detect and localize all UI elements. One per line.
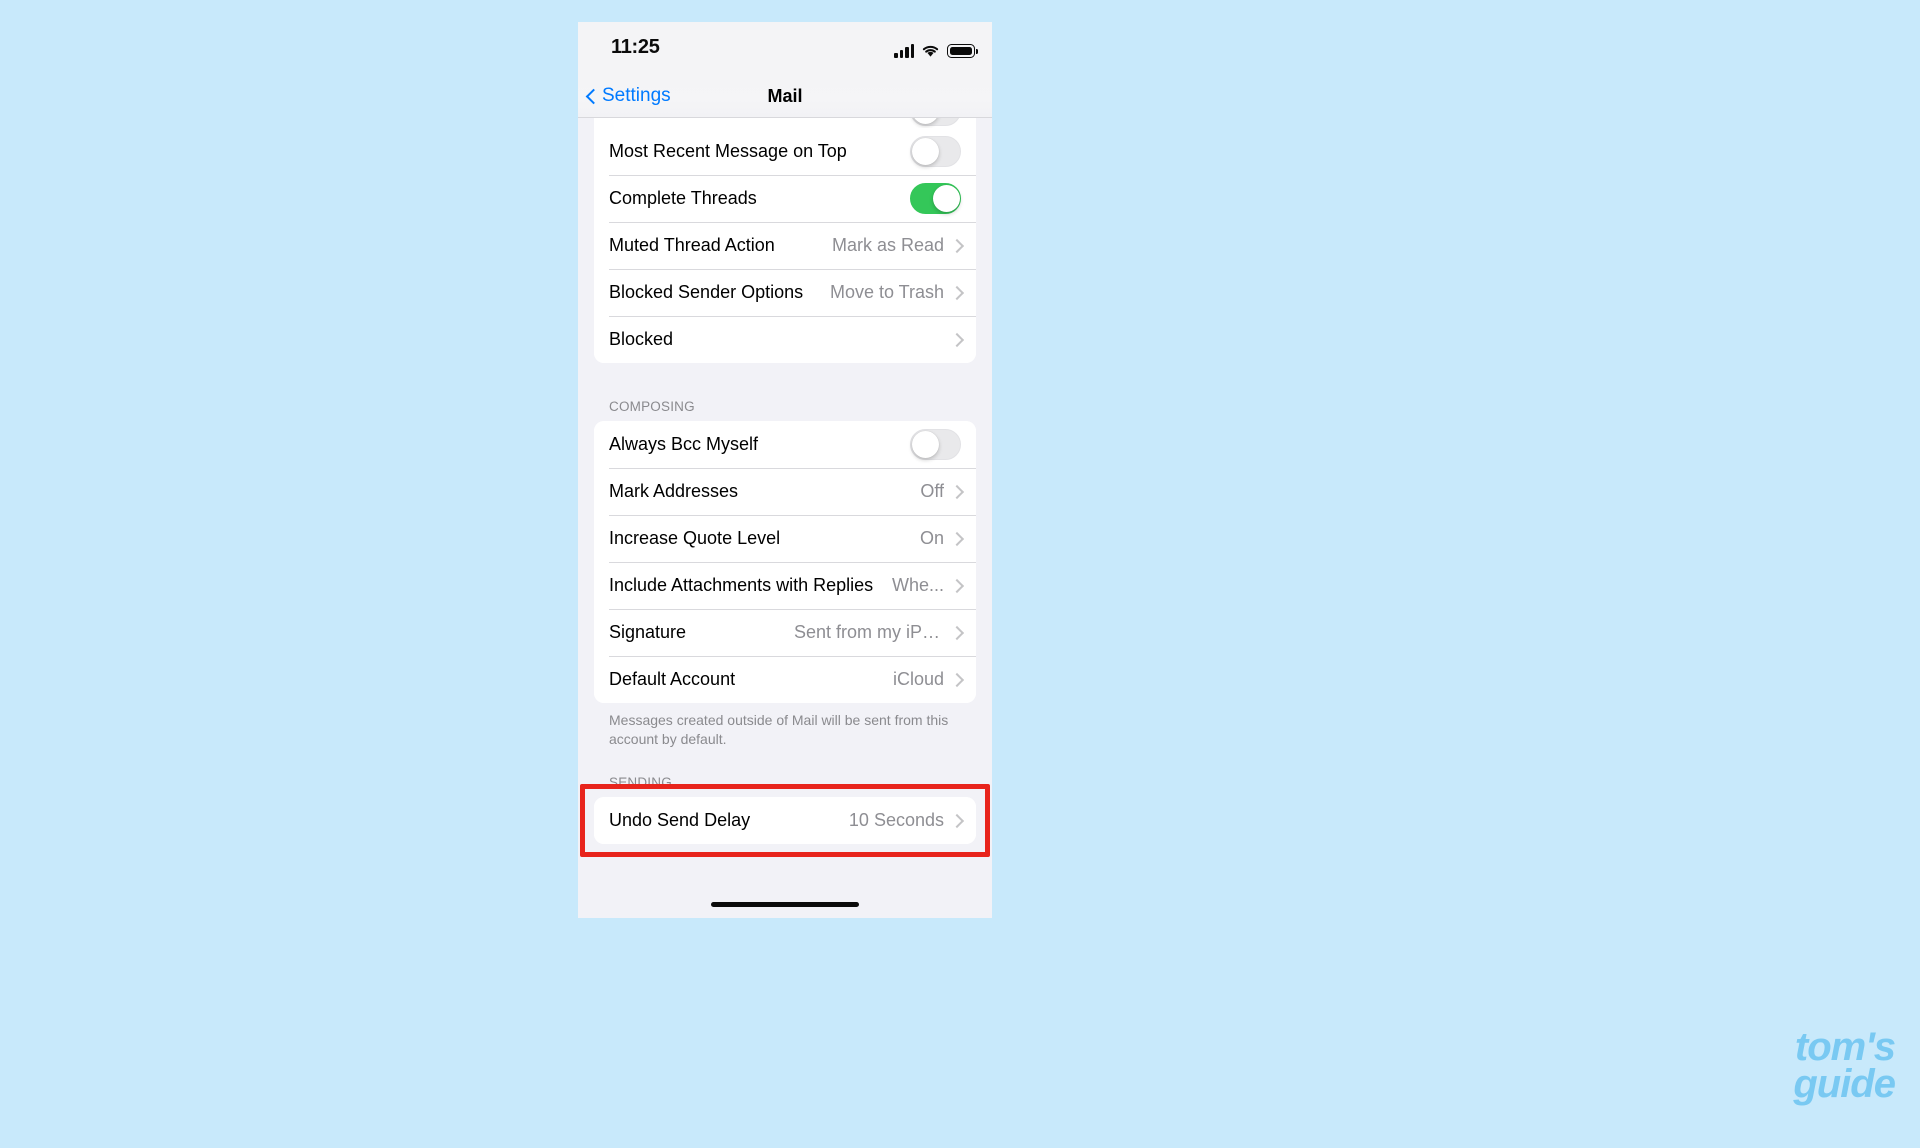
row-complete-threads[interactable]: Complete Threads [594, 175, 976, 222]
row-muted-thread-action[interactable]: Muted Thread Action Mark as Read [594, 222, 976, 269]
row-include-attachments-with-replies[interactable]: Include Attachments with Replies Whe... [594, 562, 976, 609]
chevron-right-icon [952, 332, 961, 347]
row-label: Blocked Sender Options [609, 282, 804, 302]
undo-send-delay-highlight-wrapper: Undo Send Delay 10 Seconds [580, 783, 990, 857]
toms-guide-watermark: tom's guide [1793, 1025, 1896, 1107]
chevron-right-icon [952, 813, 961, 828]
row-label: Muted Thread Action [609, 235, 775, 255]
cellular-signal-icon [894, 43, 914, 58]
row-value: 10 Seconds [848, 809, 944, 830]
watermark-line-2: guide [1793, 1062, 1896, 1107]
row-blocked[interactable]: Blocked [594, 316, 976, 363]
toggle-complete-threads[interactable] [910, 183, 961, 214]
row-label: Mark Addresses [609, 481, 739, 501]
clipped-toggle[interactable] [910, 118, 961, 126]
row-value: Move to Trash [829, 282, 944, 302]
row-value: Whe... [891, 575, 944, 595]
row-value: On [919, 528, 944, 548]
row-value: iCloud [892, 669, 944, 689]
toggle-always-bcc-myself[interactable] [910, 429, 961, 460]
section-header-sending: SENDING [609, 774, 672, 790]
settings-group-threading: Most Recent Message on Top Complete Thre… [594, 128, 976, 363]
chevron-right-icon [952, 238, 961, 253]
watermark-line-1: tom's [1794, 1025, 1896, 1070]
settings-group-composing: Always Bcc Myself Mark Addresses Off Inc… [594, 421, 976, 703]
row-increase-quote-level[interactable]: Increase Quote Level On [594, 515, 976, 562]
row-label: Complete Threads [609, 188, 757, 208]
row-undo-send-delay[interactable]: Undo Send Delay 10 Seconds [594, 796, 976, 844]
clipped-row-above [594, 118, 976, 128]
wifi-icon [921, 43, 940, 58]
row-label: Include Attachments with Replies [609, 575, 874, 595]
row-label: Blocked [609, 329, 674, 349]
status-bar-time: 11:25 [611, 36, 660, 58]
row-label: Most Recent Message on Top [609, 141, 847, 161]
row-default-account[interactable]: Default Account iCloud [594, 656, 976, 703]
chevron-right-icon [952, 625, 961, 640]
chevron-right-icon [952, 531, 961, 546]
section-header-composing: COMPOSING [609, 399, 695, 414]
battery-icon [947, 44, 978, 58]
chevron-right-icon [952, 672, 961, 687]
row-label: Always Bcc Myself [609, 434, 759, 454]
chevron-right-icon [952, 578, 961, 593]
section-footer-composing: Messages created outside of Mail will be… [609, 712, 949, 747]
row-value: Off [920, 481, 944, 501]
settings-scroll-content[interactable]: Most Recent Message on Top Complete Thre… [578, 118, 992, 918]
iphone-screen: 11:25 Settings Mail Most Recent Message … [578, 22, 992, 918]
chevron-right-icon [952, 484, 961, 499]
navigation-bar: Settings Mail [578, 74, 992, 118]
settings-group-sending: Undo Send Delay 10 Seconds [594, 796, 976, 844]
row-label: Undo Send Delay [609, 809, 751, 830]
row-most-recent-message-on-top[interactable]: Most Recent Message on Top [594, 128, 976, 175]
page-title: Mail [767, 85, 803, 106]
toggle-most-recent-message-on-top[interactable] [910, 136, 961, 167]
row-label: Signature [609, 622, 687, 642]
row-value: Sent from my iPhone [794, 622, 944, 642]
row-always-bcc-myself[interactable]: Always Bcc Myself [594, 421, 976, 468]
row-blocked-sender-options[interactable]: Blocked Sender Options Move to Trash [594, 269, 976, 316]
chevron-right-icon [952, 285, 961, 300]
status-bar: 11:25 [578, 22, 992, 74]
home-indicator [711, 902, 859, 907]
row-label: Increase Quote Level [609, 528, 781, 548]
row-value: Mark as Read [831, 235, 944, 255]
row-signature[interactable]: Signature Sent from my iPhone [594, 609, 976, 656]
row-mark-addresses[interactable]: Mark Addresses Off [594, 468, 976, 515]
row-label: Default Account [609, 669, 736, 689]
status-bar-icons [894, 38, 978, 58]
